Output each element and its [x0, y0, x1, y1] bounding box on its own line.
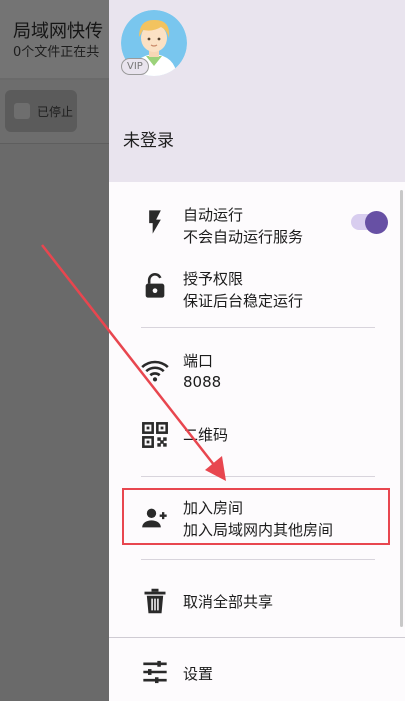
unlock-icon: [141, 272, 169, 300]
stop-status-icon: [14, 103, 30, 119]
divider: [141, 476, 375, 477]
menu-item-grant-permission[interactable]: 授予权限 保证后台稳定运行: [109, 260, 405, 318]
auto-run-sub: 不会自动运行服务: [183, 228, 304, 246]
wifi-icon: [141, 356, 169, 384]
cancel-all-sharing-label: 取消全部共享: [183, 593, 274, 611]
auto-run-label: 自动运行: [183, 206, 244, 224]
lightning-icon: [141, 208, 169, 236]
trash-icon: [141, 587, 169, 615]
menu-item-qr-code[interactable]: 二维码: [109, 412, 405, 458]
port-value: 8088: [183, 373, 222, 391]
grant-permission-sub: 保证后台稳定运行: [183, 292, 304, 310]
navigation-drawer: VIP 未登录 自动运行 不会自动运行服务 授予权限 保证后台稳定运行 端口 8…: [109, 0, 405, 701]
settings-label: 设置: [183, 665, 214, 683]
app-title: 局域网快传: [13, 21, 103, 42]
divider: [141, 327, 375, 328]
qr-code-icon: [141, 421, 169, 449]
menu-item-settings[interactable]: 设置: [109, 648, 405, 696]
drawer-header: VIP 未登录: [109, 0, 405, 182]
menu-item-cancel-all-sharing[interactable]: 取消全部共享: [109, 578, 405, 624]
username[interactable]: 未登录: [123, 126, 174, 151]
grant-permission-label: 授予权限: [183, 270, 244, 288]
divider: [109, 637, 405, 638]
settings-sliders-icon: [141, 658, 169, 686]
divider: [141, 559, 375, 560]
join-room-highlight: [122, 488, 390, 545]
menu-item-port[interactable]: 端口 8088: [109, 343, 405, 401]
app-subtitle: 0个文件正在共: [13, 45, 100, 60]
vip-badge: VIP: [121, 58, 149, 75]
drawer-scrollbar[interactable]: [400, 190, 403, 627]
auto-run-toggle-thumb: [365, 211, 388, 234]
stopped-label: 已停止: [37, 105, 74, 119]
qr-code-label: 二维码: [183, 426, 229, 444]
port-label: 端口: [183, 352, 214, 370]
